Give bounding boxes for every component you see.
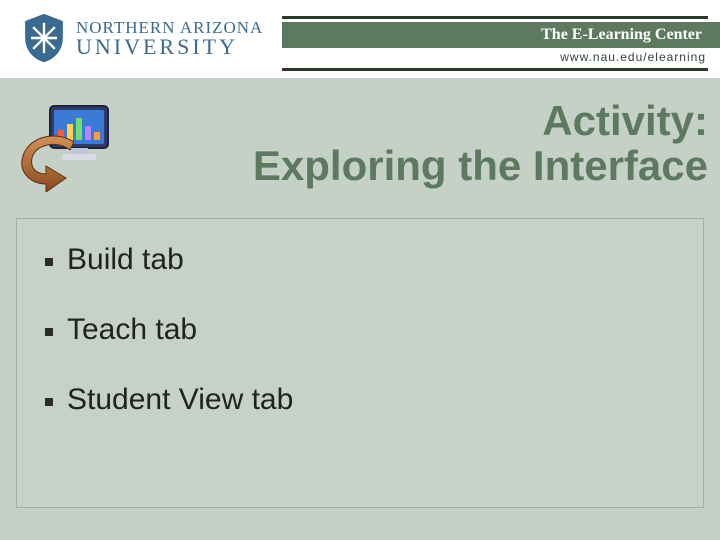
content-box: Build tab Teach tab Student View tab xyxy=(16,218,704,508)
list-item: Teach tab xyxy=(37,315,683,345)
refresh-arrow-icon xyxy=(16,132,86,192)
list-item-label: Student View tab xyxy=(67,383,293,416)
divider xyxy=(282,16,708,19)
center-url: www.nau.edu/elearning xyxy=(282,50,706,64)
list-item-label: Build tab xyxy=(67,243,184,276)
list-item: Build tab xyxy=(37,245,683,275)
university-logo-block: NORTHERN ARIZONA UNIVERSITY xyxy=(22,12,263,64)
university-seal-icon xyxy=(22,12,66,64)
slide-title-area: Activity: Exploring the Interface xyxy=(0,98,720,208)
divider xyxy=(282,68,708,71)
header-banner: NORTHERN ARIZONA UNIVERSITY The E-Learni… xyxy=(0,0,720,78)
center-title-strip: The E-Learning Center xyxy=(282,22,720,48)
slide-title: Activity: Exploring the Interface xyxy=(253,98,708,189)
bullet-list: Build tab Teach tab Student View tab xyxy=(37,245,683,415)
slide-title-line2: Exploring the Interface xyxy=(253,143,708,188)
activity-graphic xyxy=(20,102,112,194)
university-name: NORTHERN ARIZONA UNIVERSITY xyxy=(76,19,263,58)
elearning-banner: The E-Learning Center www.nau.edu/elearn… xyxy=(282,0,720,78)
list-item-label: Teach tab xyxy=(67,313,197,346)
university-name-line2: UNIVERSITY xyxy=(76,36,263,58)
list-item: Student View tab xyxy=(37,385,683,415)
center-title: The E-Learning Center xyxy=(541,26,702,44)
slide-title-line1: Activity: xyxy=(253,98,708,143)
university-name-line1: NORTHERN ARIZONA xyxy=(76,19,263,36)
